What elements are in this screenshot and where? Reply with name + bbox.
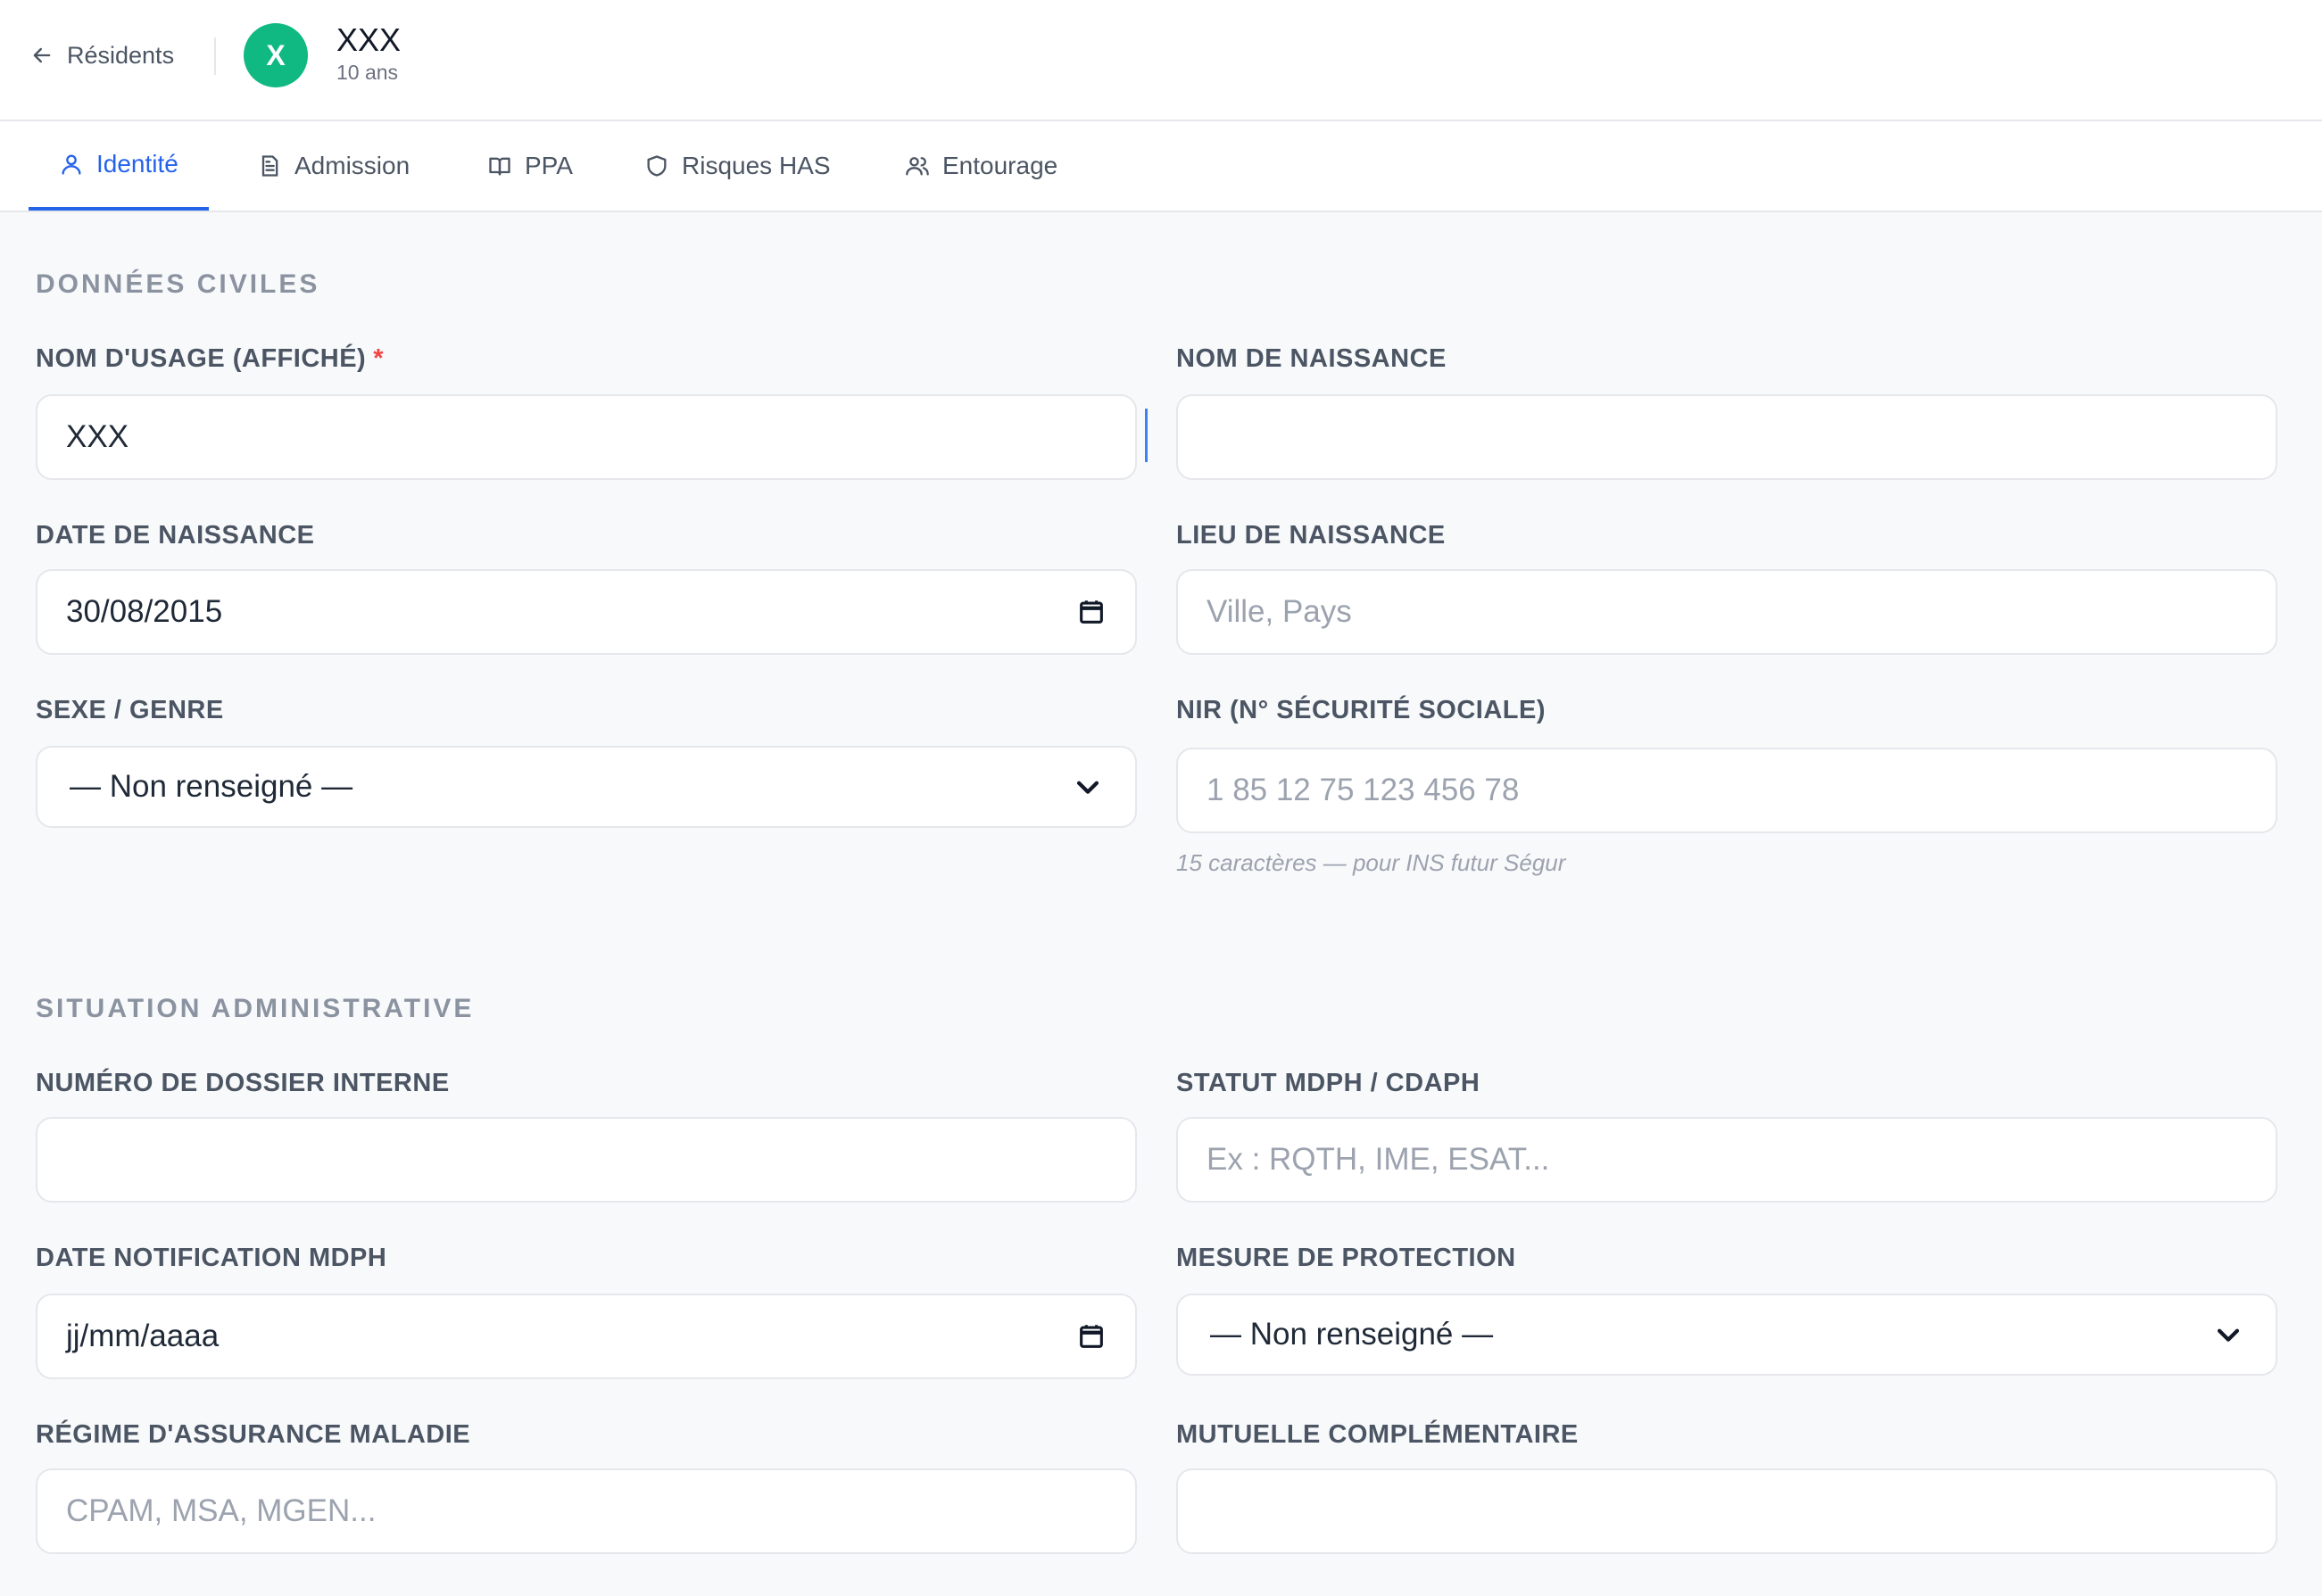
date-notification-mdph-input[interactable]: jj/mm/aaaa: [36, 1294, 1137, 1379]
nom-naissance-label: NOM DE NAISSANCE: [1176, 344, 1447, 373]
tab-risques-has[interactable]: Risques HAS: [644, 121, 831, 211]
nom-usage-label: NOM D'USAGE (AFFICHÉ) *: [36, 344, 384, 374]
nir-field[interactable]: [1176, 748, 2277, 833]
date-notification-mdph-label: DATE NOTIFICATION MDPH: [36, 1244, 387, 1272]
tab-label: Risques HAS: [682, 152, 831, 179]
lieu-naissance-input[interactable]: [1207, 594, 2247, 630]
sexe-genre-selected: — Non renseigné —: [70, 769, 353, 804]
lieu-naissance-label: LIEU DE NAISSANCE: [1176, 521, 1446, 550]
arrow-left-icon: [33, 47, 51, 63]
date-naissance-input[interactable]: 30/08/2015: [36, 569, 1137, 655]
mesure-protection-label: MESURE DE PROTECTION: [1176, 1244, 1516, 1272]
regime-assurance-input[interactable]: [66, 1493, 1107, 1529]
tab-bar: Identité Admission PPA Risques HAS Entou…: [0, 121, 2322, 212]
nir-input[interactable]: [1207, 773, 2247, 808]
chevron-down-icon: [2217, 1328, 2240, 1342]
tab-label: PPA: [525, 152, 573, 179]
section-title-situation-administrative: SITUATION ADMINISTRATIVE: [36, 994, 475, 1023]
mutuelle-label: MUTUELLE COMPLÉMENTAIRE: [1176, 1420, 1579, 1449]
statut-mdph-input[interactable]: [1207, 1142, 2247, 1178]
date-naissance-label: DATE DE NAISSANCE: [36, 521, 315, 550]
user-icon: [62, 154, 81, 175]
shield-icon: [647, 155, 667, 177]
text-cursor: [1145, 409, 1148, 462]
tab-ppa[interactable]: PPA: [487, 121, 573, 211]
tab-entourage[interactable]: Entourage: [905, 121, 1057, 211]
calendar-icon[interactable]: [1076, 597, 1107, 627]
lieu-naissance-field[interactable]: [1176, 569, 2277, 655]
resident-name: XXX: [336, 21, 402, 58]
mutuelle-input[interactable]: [1176, 1468, 2277, 1554]
page-header: Résidents X XXX 10 ans: [0, 0, 2322, 121]
dossier-label: NUMÉRO DE DOSSIER INTERNE: [36, 1069, 450, 1097]
nom-usage-value: XXX: [66, 419, 129, 454]
book-icon: [489, 157, 510, 176]
tab-admission[interactable]: Admission: [257, 121, 410, 211]
users-icon: [906, 157, 929, 176]
date-naissance-value: 30/08/2015: [66, 594, 223, 629]
header-divider: [214, 37, 216, 75]
sexe-genre-select[interactable]: — Non renseigné —: [36, 746, 1137, 828]
nom-usage-input[interactable]: XXX: [36, 394, 1137, 480]
avatar: X: [244, 23, 308, 87]
nom-naissance-input[interactable]: [1176, 394, 2277, 480]
chevron-down-icon: [1076, 781, 1099, 794]
dossier-input[interactable]: [36, 1117, 1137, 1203]
tab-label: Admission: [294, 152, 410, 179]
statut-mdph-label: STATUT MDPH / CDAPH: [1176, 1069, 1480, 1097]
nir-hint: 15 caractères — pour INS futur Ségur: [1176, 849, 1566, 876]
resident-age: 10 ans: [336, 61, 399, 84]
regime-assurance-label: RÉGIME D'ASSURANCE MALADIE: [36, 1420, 471, 1449]
tab-label: Entourage: [942, 152, 1058, 179]
back-label: Résidents: [67, 41, 175, 69]
tab-label: Identité: [96, 150, 178, 178]
sexe-genre-label: SEXE / GENRE: [36, 696, 224, 724]
section-title-donnees-civiles: DONNÉES CIVILES: [36, 269, 320, 299]
calendar-icon[interactable]: [1076, 1321, 1107, 1352]
nom-usage-label-text: NOM D'USAGE (AFFICHÉ): [36, 344, 367, 373]
back-to-residents-link[interactable]: Résidents: [29, 37, 174, 73]
statut-mdph-field[interactable]: [1176, 1117, 2277, 1203]
date-notification-mdph-value: jj/mm/aaaa: [66, 1319, 220, 1353]
mesure-protection-select[interactable]: — Non renseigné —: [1176, 1294, 2277, 1376]
required-marker: *: [373, 344, 385, 373]
nir-label: NIR (N° SÉCURITÉ SOCIALE): [1176, 696, 1546, 724]
document-icon: [261, 155, 278, 177]
tab-identite[interactable]: Identité: [29, 121, 209, 211]
regime-assurance-field[interactable]: [36, 1468, 1137, 1554]
mesure-protection-selected: — Non renseigné —: [1210, 1317, 1494, 1352]
